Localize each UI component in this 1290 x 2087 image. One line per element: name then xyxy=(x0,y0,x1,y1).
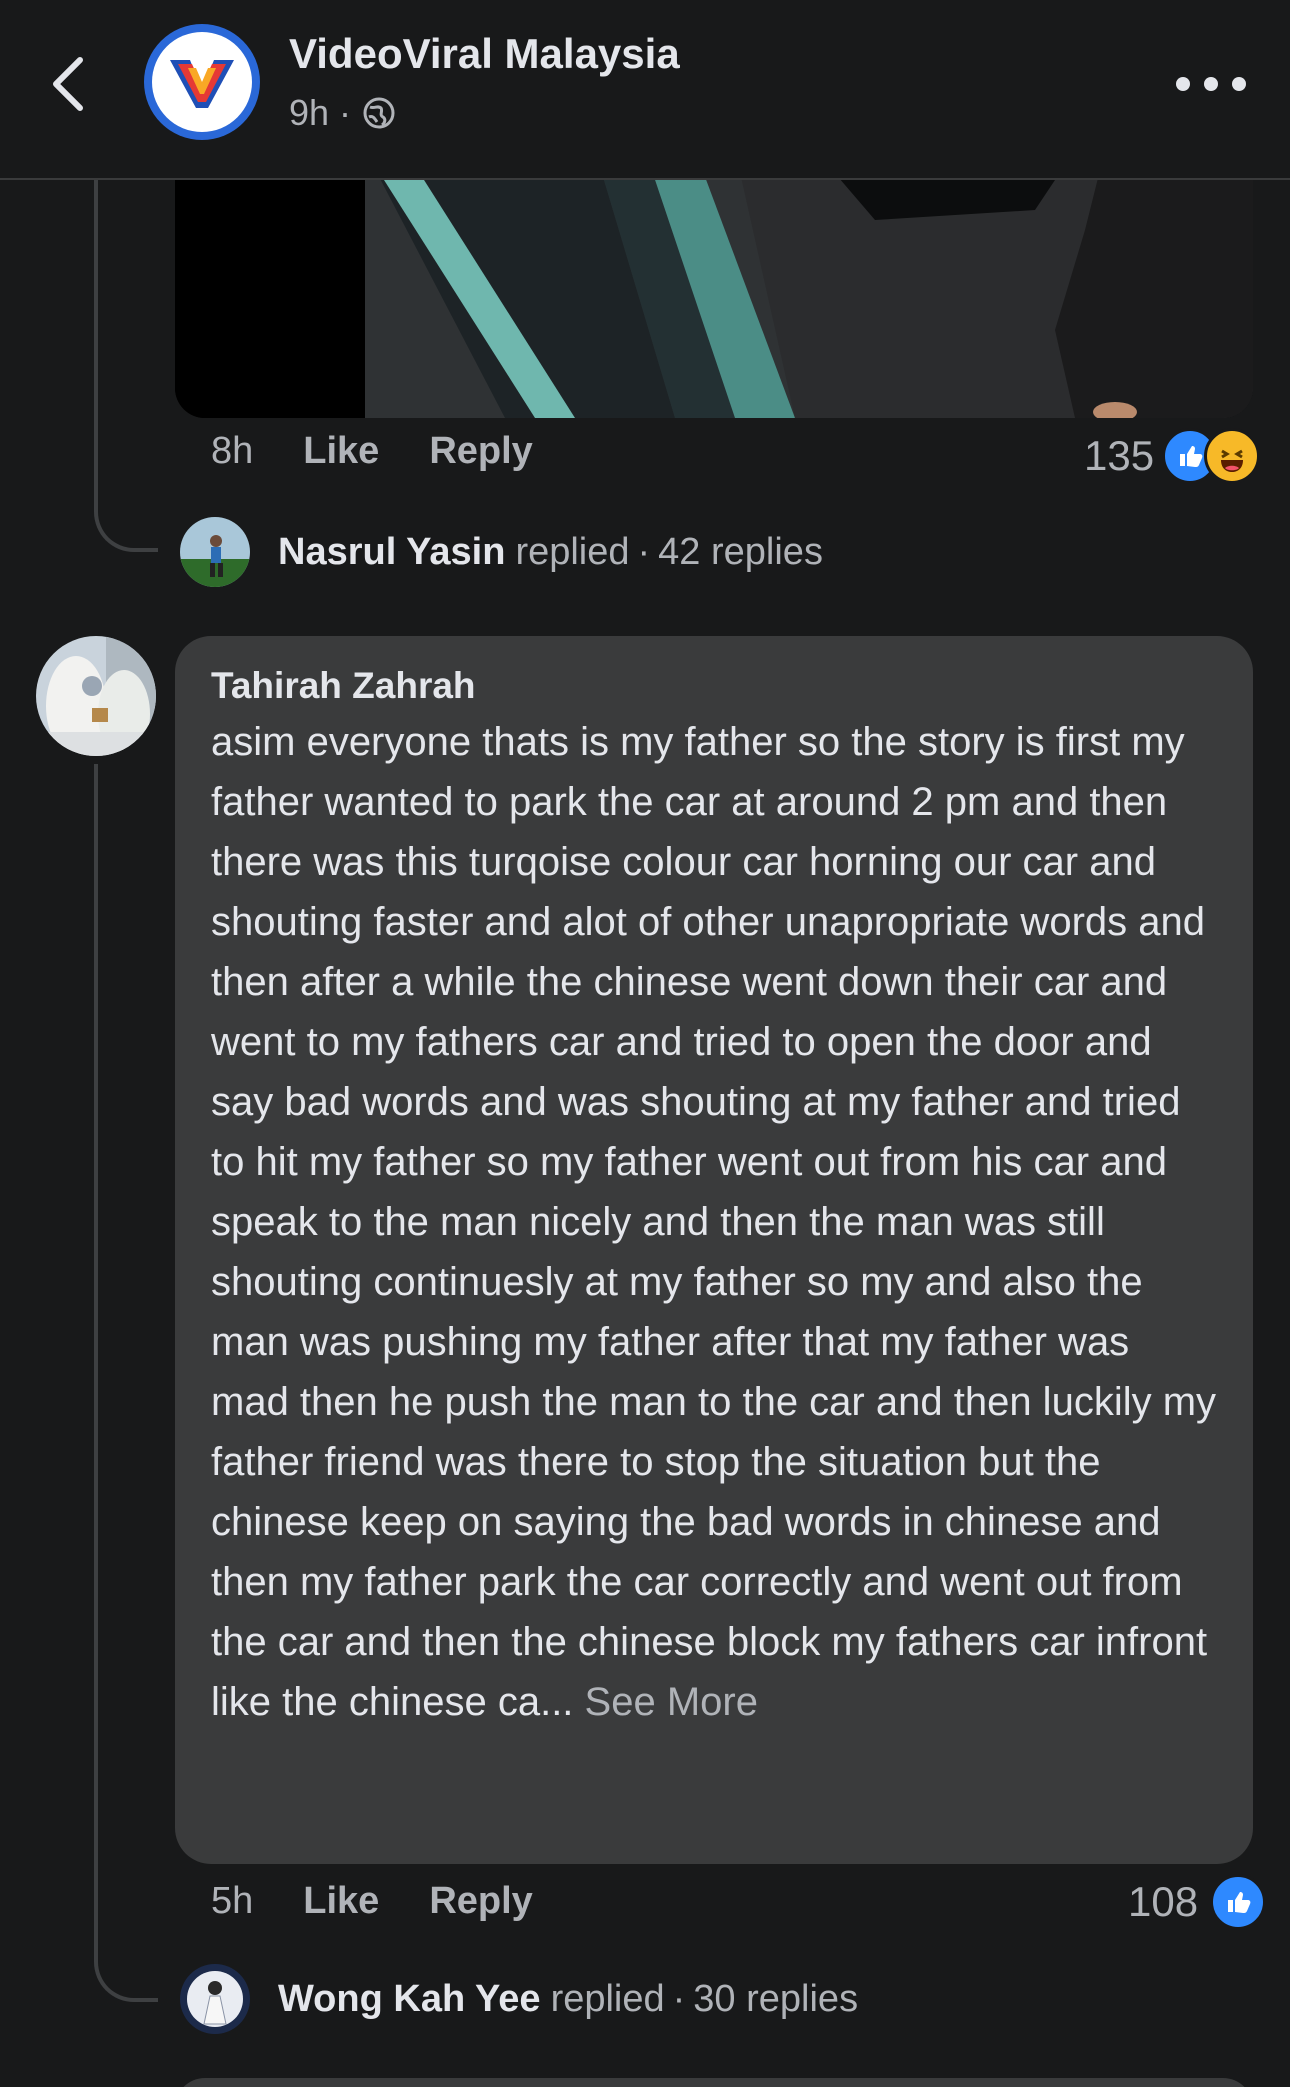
like-button[interactable]: Like xyxy=(303,430,379,473)
like-button[interactable]: Like xyxy=(303,1880,379,1923)
chevron-left-icon xyxy=(53,57,83,111)
view-replies-row[interactable]: Wong Kah Yee replied · 30 replies xyxy=(180,1964,858,2034)
comment-video-preview[interactable] xyxy=(175,150,1253,418)
like-reaction-icon xyxy=(1210,1874,1267,1930)
videoviral-logo-icon xyxy=(170,60,234,108)
comment-text: asim everyone thats is my father so the … xyxy=(211,712,1217,1732)
reaction-summary[interactable]: 135 xyxy=(1084,428,1261,484)
reply-button[interactable]: Reply xyxy=(429,1880,532,1923)
comment-actions: 8h Like Reply xyxy=(211,430,533,473)
thread-connector xyxy=(94,764,158,2002)
thread-connector xyxy=(94,178,158,552)
replied-label: replied xyxy=(515,530,630,573)
replier-name: Wong Kah Yee xyxy=(278,1977,541,2020)
replies-count: 30 replies xyxy=(693,1977,859,2020)
view-replies-row[interactable]: Nasrul Yasin replied · 42 replies xyxy=(180,517,823,587)
see-more-link[interactable]: See More xyxy=(585,1680,758,1724)
back-button[interactable] xyxy=(40,44,100,124)
reaction-count: 108 xyxy=(1128,1878,1199,1925)
replies-separator: · xyxy=(637,530,651,573)
page-name[interactable]: VideoViral Malaysia xyxy=(289,30,680,78)
comment-bubble[interactable]: Tahirah Zahrah asim everyone thats is my… xyxy=(175,636,1253,1864)
more-dot xyxy=(1232,77,1246,91)
post-comments-screen: VideoViral Malaysia 9h · 8h Like Reply 1… xyxy=(0,0,1290,2087)
post-meta: 9h · xyxy=(289,92,397,134)
replied-label: replied xyxy=(550,1977,665,2020)
reaction-summary[interactable]: 108 xyxy=(1128,1874,1267,1930)
comment-time: 8h xyxy=(211,430,254,472)
page-logo xyxy=(152,32,252,132)
post-header: VideoViral Malaysia 9h · xyxy=(0,0,1290,180)
page-avatar[interactable] xyxy=(144,24,260,140)
reaction-count: 135 xyxy=(1084,432,1155,479)
video-thumbnail xyxy=(175,150,1253,418)
next-comment-bubble[interactable] xyxy=(175,2078,1253,2087)
comment-time: 5h xyxy=(211,1880,254,1922)
commenter-avatar[interactable] xyxy=(36,636,156,756)
replies-separator: · xyxy=(672,1977,686,2020)
more-dot xyxy=(1204,77,1218,91)
more-dot xyxy=(1176,77,1190,91)
more-options-button[interactable] xyxy=(1176,64,1246,104)
comment-body: asim everyone thats is my father so the … xyxy=(211,720,1217,1724)
replier-avatar xyxy=(180,517,250,587)
haha-reaction-icon xyxy=(1204,428,1261,484)
post-time: 9h xyxy=(289,92,330,133)
replies-count: 42 replies xyxy=(658,530,823,573)
replier-avatar xyxy=(180,1964,250,2034)
comment-author[interactable]: Tahirah Zahrah xyxy=(211,660,1217,712)
comment-actions: 5h Like Reply xyxy=(211,1880,533,1923)
replier-name: Nasrul Yasin xyxy=(278,530,506,573)
globe-icon xyxy=(363,97,395,129)
reply-button[interactable]: Reply xyxy=(429,430,532,473)
meta-separator: · xyxy=(339,92,352,133)
